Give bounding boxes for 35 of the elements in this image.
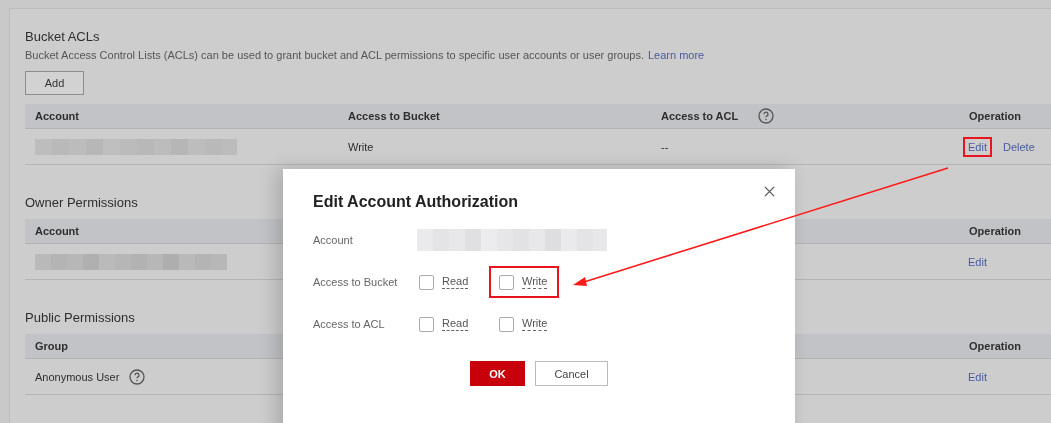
column-header: Operation — [959, 334, 1051, 359]
section-title: Owner Permissions — [25, 195, 138, 210]
column-header: Access to Bucket — [338, 104, 651, 129]
checkbox[interactable] — [419, 274, 434, 290]
table-cell: Anonymous User — [35, 370, 120, 383]
field-label: Access to ACL — [313, 318, 386, 330]
checkbox-label: Read — [442, 317, 469, 331]
table-cell: Write — [348, 140, 374, 153]
operation-link[interactable]: Edit — [963, 251, 992, 272]
column-header: Operation — [959, 219, 1051, 244]
table-cell: -- — [661, 140, 669, 153]
checkbox[interactable] — [419, 316, 434, 332]
checkbox[interactable] — [499, 316, 514, 332]
section-description: Bucket Access Control Lists (ACLs) can be used to grant bucket and ACL permissions to specific user accounts or user groups. — [25, 49, 644, 61]
column-header: Operation — [959, 104, 1051, 129]
checkbox[interactable] — [499, 274, 514, 290]
help-icon[interactable] — [129, 368, 146, 385]
operation-link[interactable]: Edit — [963, 136, 992, 157]
checkbox-label: Write — [522, 275, 548, 289]
learn-more-link[interactable]: Learn more — [647, 49, 705, 61]
add-button[interactable]: Add — [25, 71, 84, 95]
operation-link[interactable]: Delete — [997, 136, 1040, 157]
field-label: Access to Bucket — [313, 276, 399, 288]
section-title: Public Permissions — [25, 310, 135, 325]
operation-link[interactable]: Edit — [963, 366, 992, 387]
column-header: Access to ACL — [651, 104, 959, 129]
help-icon[interactable] — [758, 108, 775, 124]
ok-button[interactable]: OK — [470, 361, 525, 386]
close-icon[interactable] — [764, 186, 775, 197]
checkbox-label: Write — [522, 317, 548, 331]
cancel-button[interactable]: Cancel — [535, 361, 608, 386]
column-header: Account — [25, 104, 338, 129]
section-title: Bucket ACLs — [25, 29, 100, 44]
checkbox-label: Read — [442, 275, 469, 289]
dialog-title: Edit Account Authorization — [313, 193, 519, 211]
